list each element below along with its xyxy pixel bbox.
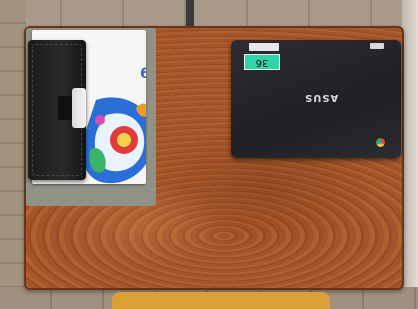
desk-scene: 6 36 ASUS (0, 0, 418, 309)
laptop-sticker (249, 43, 279, 51)
chrome-icon (376, 138, 385, 147)
notebook-cover-art-icon (81, 97, 146, 184)
notebook-cover-number: 6 (140, 66, 146, 82)
chair-seat (112, 292, 330, 309)
laptop-brand-logo: ASUS (304, 92, 339, 103)
laptop-number-label: 36 (244, 54, 280, 70)
floor-left (0, 0, 26, 309)
wall-right (402, 0, 418, 309)
laptop-sticker-small (370, 43, 384, 49)
planner-clasp[interactable] (72, 88, 86, 128)
leather-planner[interactable] (28, 40, 86, 180)
